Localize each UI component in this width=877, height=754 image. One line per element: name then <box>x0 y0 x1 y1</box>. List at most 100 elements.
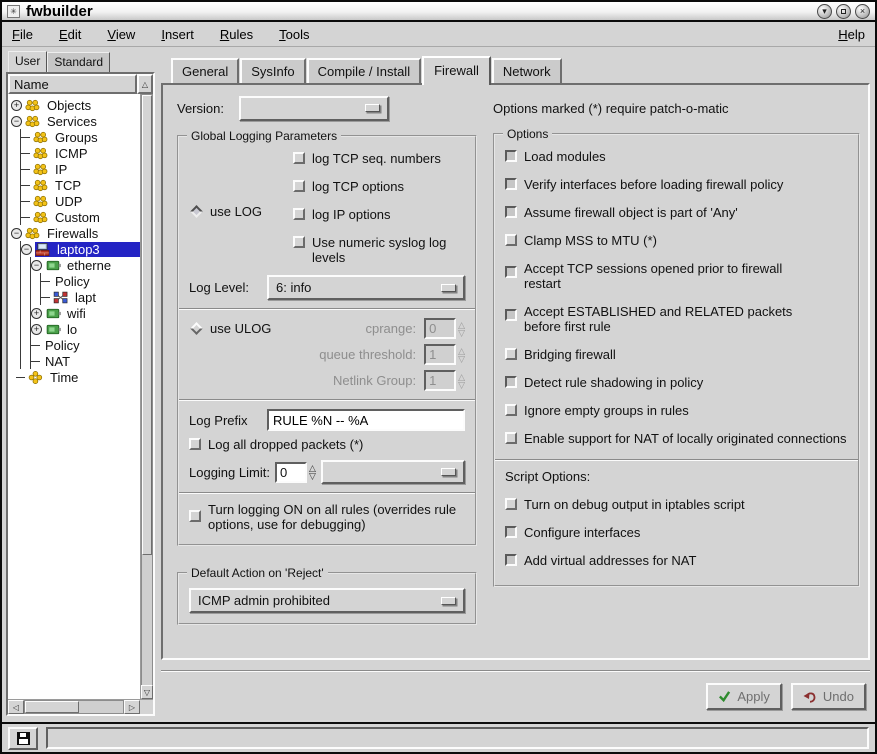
expander-icon[interactable]: − <box>21 244 32 255</box>
tree-item-services[interactable]: − Services <box>11 113 140 129</box>
cprange-spinner[interactable]: 0 △▽ <box>424 318 465 339</box>
expander-icon[interactable]: − <box>11 116 22 127</box>
close-icon[interactable]: × <box>855 4 870 19</box>
logging-limit-dropdown[interactable] <box>321 460 465 484</box>
menu-rules[interactable]: Rules <box>220 27 253 42</box>
tab-user[interactable]: User <box>8 51 47 72</box>
expander-icon[interactable]: − <box>11 228 22 239</box>
log-prefix-input[interactable] <box>267 409 465 431</box>
tree-item-time[interactable]: Time <box>11 369 140 385</box>
default-action-dropdown[interactable]: ICMP admin prohibited <box>189 588 465 613</box>
tree-item-firewalls[interactable]: − Firewalls <box>11 225 140 241</box>
tree-column-header[interactable]: Name <box>8 74 137 94</box>
tab-firewall[interactable]: Firewall <box>422 56 491 85</box>
checkbox-icon <box>293 152 305 164</box>
menu-view[interactable]: View <box>107 27 135 42</box>
tree-item-objects[interactable]: + Objects <box>11 97 140 113</box>
verify-interfaces-checkbox[interactable]: Verify interfaces before loading firewal… <box>505 177 848 192</box>
tree-item-ip[interactable]: IP <box>21 161 140 177</box>
use-ulog-radio[interactable]: use ULOG <box>189 321 285 336</box>
scrollbar-thumb[interactable] <box>25 701 79 713</box>
numeric-syslog-checkbox[interactable]: Use numeric syslog log levels <box>293 235 465 265</box>
maximize-icon[interactable] <box>836 4 851 19</box>
version-dropdown[interactable] <box>239 96 389 121</box>
checkbox-icon <box>505 526 517 538</box>
folder-icon <box>25 115 42 128</box>
menu-help[interactable]: Help <box>838 27 865 42</box>
tree-item-lo[interactable]: + lo <box>31 321 140 337</box>
checkbox-icon <box>505 404 517 416</box>
log-tcp-seq-checkbox[interactable]: log TCP seq. numbers <box>293 151 465 166</box>
tree-item-udp[interactable]: UDP <box>21 193 140 209</box>
log-tcp-options-checkbox[interactable]: log TCP options <box>293 179 465 194</box>
expander-icon[interactable]: + <box>31 324 42 335</box>
apply-button[interactable]: Apply <box>706 683 782 710</box>
tree-horizontal-scrollbar[interactable]: ◁ ▷ <box>8 699 153 714</box>
tree-item-lapt[interactable]: lapt <box>41 289 140 305</box>
debug-output-checkbox[interactable]: Turn on debug output in iptables script <box>505 497 848 512</box>
tab-general[interactable]: General <box>171 58 239 83</box>
tree-item-icmp[interactable]: ICMP <box>21 145 140 161</box>
tree-item-tcp[interactable]: TCP <box>21 177 140 193</box>
bridging-firewall-checkbox[interactable]: Bridging firewall <box>505 347 848 362</box>
assume-any-checkbox[interactable]: Assume firewall object is part of 'Any' <box>505 205 848 220</box>
tree-item-custom[interactable]: Custom <box>21 209 140 225</box>
expander-icon[interactable]: + <box>11 100 22 111</box>
tree-item-nat[interactable]: NAT <box>31 353 140 369</box>
accept-established-checkbox[interactable]: Accept ESTABLISHED and RELATED packets b… <box>505 304 848 334</box>
queue-threshold-spinner[interactable]: 1 △▽ <box>424 344 465 365</box>
ignore-empty-groups-checkbox[interactable]: Ignore empty groups in rules <box>505 403 848 418</box>
tree-vertical-scrollbar[interactable]: ▽ <box>140 94 153 699</box>
log-ip-options-checkbox[interactable]: log IP options <box>293 207 465 222</box>
tree-item-ethernet[interactable]: − etherne <box>31 257 140 273</box>
menu-insert[interactable]: Insert <box>161 27 194 42</box>
scrollbar-thumb[interactable] <box>142 95 152 555</box>
spinner-arrows-icon[interactable]: △▽ <box>458 373 465 389</box>
undo-button[interactable]: Undo <box>791 683 866 710</box>
folder-icon <box>25 227 42 240</box>
tab-network[interactable]: Network <box>492 58 562 83</box>
tree-item-wifi[interactable]: + wifi <box>31 305 140 321</box>
tree-item-laptop3[interactable]: − laptop3 <box>21 241 140 257</box>
load-modules-checkbox[interactable]: Load modules <box>505 149 848 164</box>
checkbox-icon <box>505 178 517 190</box>
spinner-arrows-icon[interactable]: △▽ <box>458 321 465 337</box>
checkbox-icon <box>189 510 201 522</box>
tab-compile-install[interactable]: Compile / Install <box>307 58 421 83</box>
tree-item-policy[interactable]: Policy <box>31 337 140 353</box>
scroll-right-icon[interactable]: ▷ <box>124 700 140 714</box>
minimize-icon[interactable]: ▾ <box>817 4 832 19</box>
clamp-mss-checkbox[interactable]: Clamp MSS to MTU (*) <box>505 233 848 248</box>
scroll-down-icon[interactable]: ▽ <box>141 685 153 699</box>
menu-file[interactable]: File <box>12 27 33 42</box>
configure-interfaces-checkbox[interactable]: Configure interfaces <box>505 525 848 540</box>
tree-item-groups[interactable]: Groups <box>21 129 140 145</box>
virtual-addresses-nat-checkbox[interactable]: Add virtual addresses for NAT <box>505 553 848 568</box>
save-button[interactable] <box>8 727 38 750</box>
menu-tools[interactable]: Tools <box>279 27 309 42</box>
sort-arrow-icon[interactable]: △ <box>137 74 153 94</box>
detect-shadowing-checkbox[interactable]: Detect rule shadowing in policy <box>505 375 848 390</box>
netlink-group-label: Netlink Group: <box>285 373 424 388</box>
spinner-arrows-icon[interactable]: △▽ <box>458 347 465 363</box>
tab-standard[interactable]: Standard <box>47 52 110 72</box>
tree-item-ethernet-policy[interactable]: Policy <box>41 273 140 289</box>
expander-icon[interactable]: + <box>31 308 42 319</box>
logging-limit-spinner[interactable]: 0 △▽ <box>275 462 316 483</box>
scroll-left-icon[interactable]: ◁ <box>8 700 24 714</box>
nat-local-connections-checkbox[interactable]: Enable support for NAT of locally origin… <box>505 431 848 446</box>
log-level-dropdown[interactable]: 6: info <box>267 275 465 300</box>
turn-logging-on-checkbox[interactable]: Turn logging ON on all rules (overrides … <box>189 502 465 532</box>
folder-icon <box>33 147 50 160</box>
tab-sysinfo[interactable]: SysInfo <box>240 58 305 83</box>
menu-edit[interactable]: Edit <box>59 27 81 42</box>
group-title: Options <box>503 127 552 141</box>
accept-tcp-sessions-checkbox[interactable]: Accept TCP sessions opened prior to fire… <box>505 261 848 291</box>
use-log-radio[interactable]: use LOG <box>189 151 293 269</box>
object-tree-panel: User Standard Name △ + Objects <box>6 51 155 716</box>
spinner-arrows-icon[interactable]: △▽ <box>309 464 316 480</box>
log-dropped-checkbox[interactable]: Log all dropped packets (*) <box>189 437 465 452</box>
netlink-group-spinner[interactable]: 1 △▽ <box>424 370 465 391</box>
expander-icon[interactable]: − <box>31 260 42 271</box>
app-icon[interactable]: ✳ <box>7 5 20 18</box>
